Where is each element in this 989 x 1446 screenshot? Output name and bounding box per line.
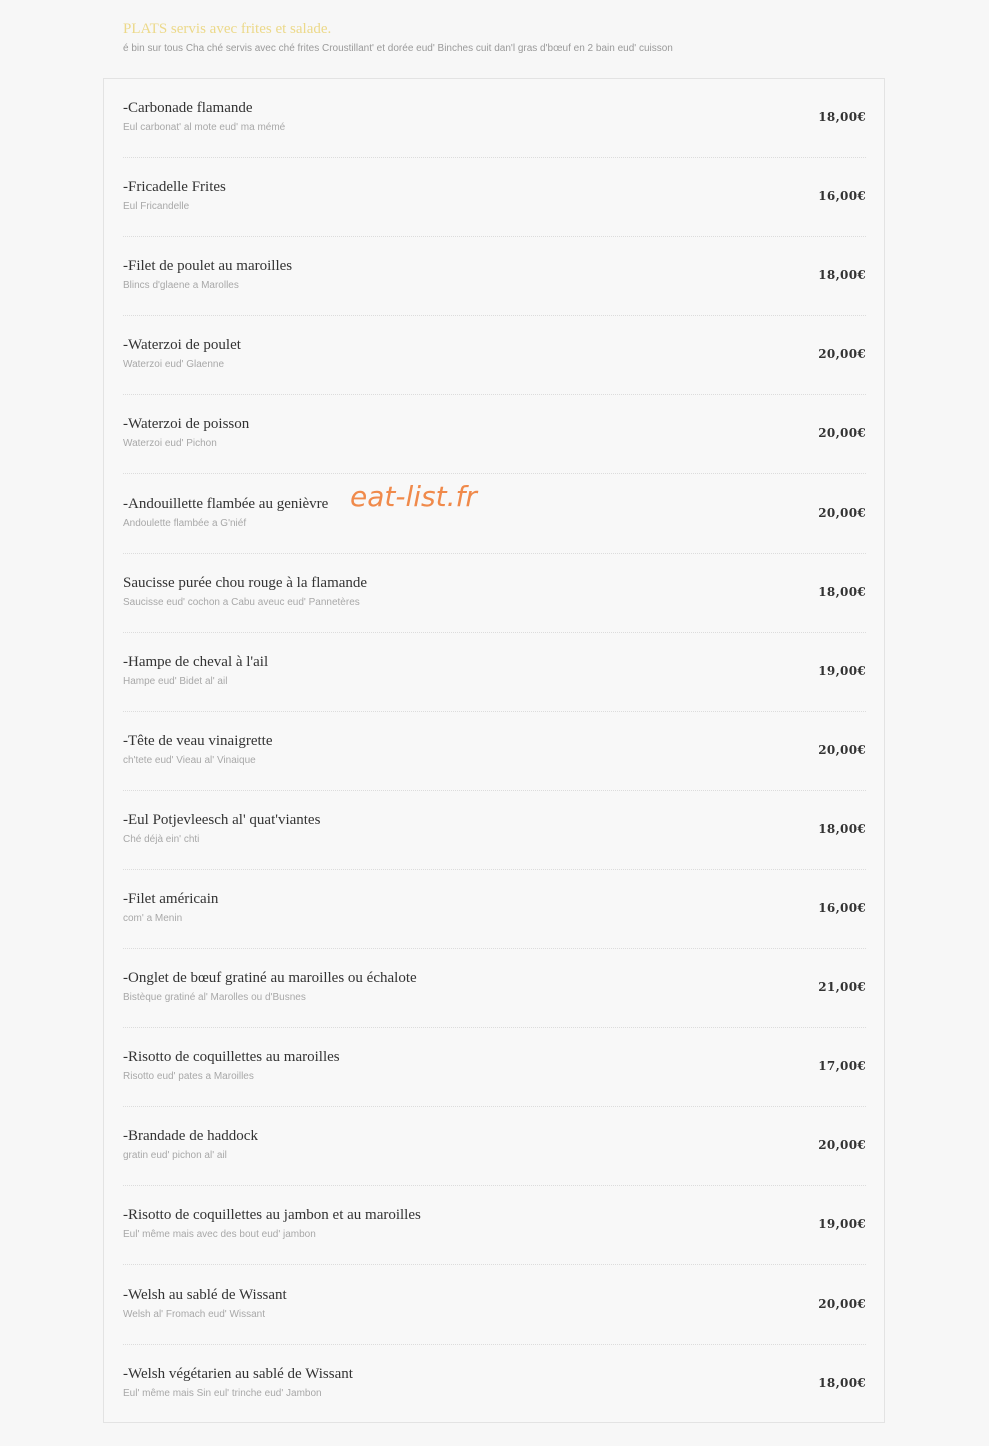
menu-item-name: -Tête de veau vinaigrette (123, 732, 273, 749)
menu-item-price: 16,00€ (818, 901, 866, 915)
menu-item-name: -Eul Potjevleesch al' quat'viantes (123, 811, 321, 828)
menu-item: -Filet de poulet au maroilles Blincs d'gl… (123, 237, 866, 317)
watermark-logo: eat-list.fr (350, 480, 477, 513)
menu-item-price: 18,00€ (818, 268, 866, 283)
menu-item-name: -Carbonade flamande (123, 100, 253, 116)
menu-item-name: -Waterzoi de poulet (123, 337, 241, 354)
menu-item: -Waterzoi de poulet Waterzoi eud' Glaenne… (123, 316, 866, 396)
menu-card: -Carbonade flamande Eul carbonat' al mote… (103, 78, 885, 1423)
menu-item-name: -Onglet de bœuf gratiné au maroilles ou … (123, 970, 417, 987)
menu-item-description: com' a Menin (123, 913, 183, 924)
menu-item-price: 20,00€ (818, 742, 866, 757)
menu-item-description: Saucisse eud' cochon a Cabu aveuc eud' P… (123, 596, 360, 608)
menu-item-description: Eul' même mais avec des bout eud' jambon (123, 1229, 316, 1241)
menu-item-price: 16,00€ (818, 189, 866, 204)
menu-item-description: Andoulette flambée a G'niéf (123, 517, 247, 529)
menu-item-price: 18,00€ (818, 821, 866, 836)
menu-item-name: -Filet américain (123, 891, 219, 907)
menu-item-name: -Waterzoi de poisson (123, 416, 250, 433)
menu-item: Saucisse purée chou rouge à la flamande S… (123, 554, 866, 633)
menu-item: -Welsh au sablé de Wissant Welsh al' From… (123, 1266, 866, 1345)
menu-item-name: -Welsh au sablé de Wissant (123, 1286, 287, 1303)
menu-item-description: Eul Fricandelle (123, 201, 190, 213)
menu-item-description: Welsh al' Fromach eud' Wissant (123, 1308, 266, 1320)
menu-item-name: -Risotto de coquillettes au maroilles (123, 1049, 340, 1066)
menu-item: -Fricadelle Frites Eul Fricandelle 16,00€ (123, 158, 866, 238)
menu-item-description: Bistèque gratiné al' Marolles ou d'Busne… (123, 992, 306, 1004)
menu-item-name: -Filet de poulet au maroilles (123, 258, 293, 275)
menu-item-price: 20,00€ (818, 505, 866, 520)
menu-item-price: 18,00€ (818, 110, 866, 124)
menu-item-price: 20,00€ (818, 1138, 866, 1153)
menu-item-description: ch'tete eud' Vieau al' Vinaique (123, 754, 256, 766)
menu-item: -Welsh végétarien au sablé de Wissant Eul… (123, 1345, 866, 1424)
menu-item-description: gratin eud' pichon al' ail (123, 1150, 227, 1162)
menu-item: -Filet américain com' a Menin 16,00€ (123, 870, 866, 949)
menu-item-description: Risotto eud' pates a Maroilles (123, 1071, 254, 1083)
menu-item: -Carbonade flamande Eul carbonat' al mote… (123, 79, 866, 158)
menu-item-description: Blincs d'glaene a Marolles (123, 280, 239, 292)
menu-item-description: Waterzoi eud' Glaenne (123, 359, 225, 371)
menu-item-price: 21,00€ (818, 980, 866, 995)
menu-item-price: 20,00€ (818, 1296, 866, 1311)
menu-item-description: Hampe eud' Bidet al' ail (123, 675, 228, 687)
section-header: PLATS servis avec frites et salade. é bi… (123, 20, 963, 55)
menu-item: -Risotto de coquillettes au maroilles Ris… (123, 1028, 866, 1108)
menu-item: -Onglet de bœuf gratiné au maroilles ou … (123, 949, 866, 1029)
menu-item: -Hampe de cheval à l'ail Hampe eud' Bidet… (123, 633, 866, 712)
menu-item-name: -Brandade de haddock (123, 1128, 258, 1145)
menu-item-price: 17,00€ (818, 1059, 866, 1074)
menu-item: -Eul Potjevleesch al' quat'viantes Ché dé… (123, 791, 866, 870)
menu-item-price: 18,00€ (818, 1375, 866, 1390)
menu-item-description: Eul carbonat' al mote eud' ma mémé (123, 122, 286, 133)
menu-item-price: 20,00€ (818, 426, 866, 441)
menu-item-price: 18,00€ (818, 584, 866, 599)
section-subtitle: é bin sur tous Cha ché servis avec ché f… (123, 43, 673, 54)
menu-item-name: -Risotto de coquillettes au jambon et au… (123, 1207, 421, 1224)
menu-item: -Risotto de coquillettes au jambon et au… (123, 1186, 866, 1266)
menu-item-description: Waterzoi eud' Pichon (123, 438, 217, 450)
menu-item-name: -Andouillette flambée au genièvre (123, 495, 329, 512)
menu-item-price: 19,00€ (818, 1217, 866, 1232)
menu-item: -Waterzoi de poisson Waterzoi eud' Pichon… (123, 395, 866, 475)
section-title: PLATS servis avec frites et salade. (123, 21, 332, 37)
menu-item-name: Saucisse purée chou rouge à la flamande (123, 574, 368, 591)
menu-item-description: Eul' même mais Sin eul' trinche eud' Jam… (123, 1387, 322, 1399)
menu-item-name: -Welsh végétarien au sablé de Wissant (123, 1365, 353, 1382)
menu-item-description: Ché déjà ein' chti (123, 833, 200, 845)
menu-item: -Tête de veau vinaigrette ch'tete eud' Vi… (123, 712, 866, 791)
menu-item-price: 19,00€ (818, 663, 866, 678)
menu-item: -Brandade de haddock gratin eud' pichon a… (123, 1107, 866, 1187)
menu-item-name: -Fricadelle Frites (123, 179, 226, 196)
menu-item-price: 20,00€ (818, 347, 866, 362)
menu-item-name: -Hampe de cheval à l'ail (123, 653, 269, 670)
menu-item: -Andouillette flambée au genièvre Andoule… (123, 475, 866, 554)
